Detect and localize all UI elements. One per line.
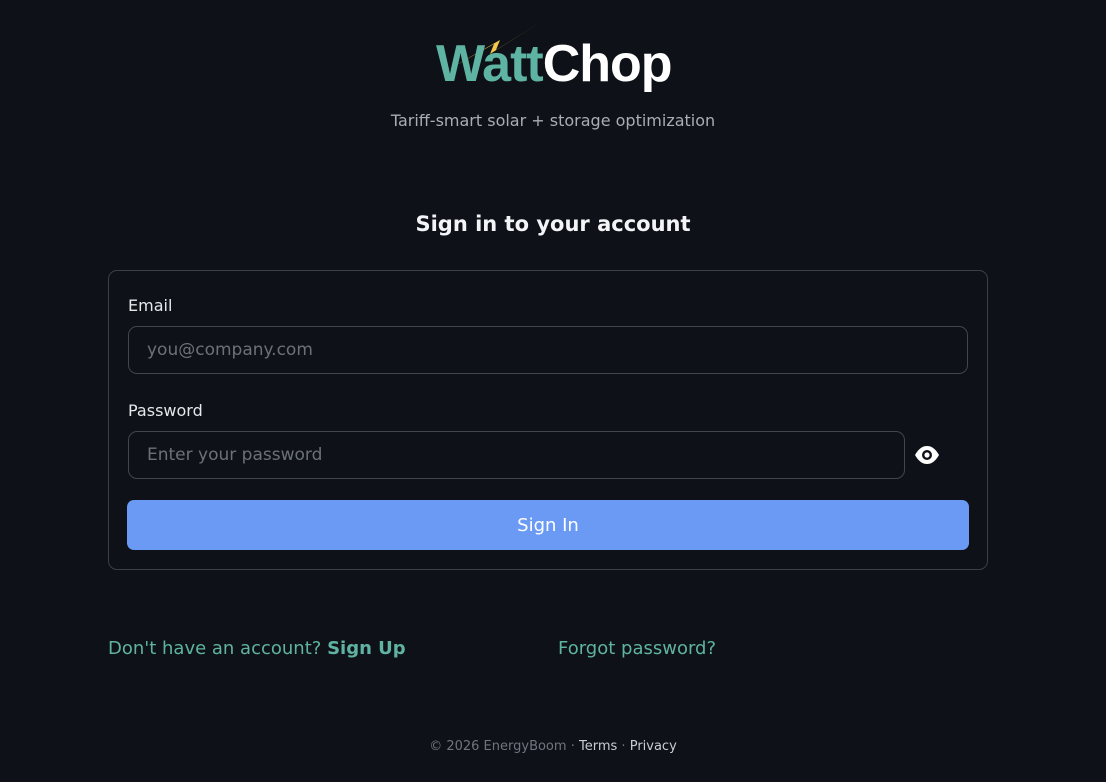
terms-link[interactable]: Terms	[579, 739, 617, 754]
sign-in-button[interactable]: Sign In	[127, 500, 969, 550]
eye-icon[interactable]	[914, 444, 940, 466]
forgot-password-link[interactable]: Forgot password?	[558, 638, 716, 659]
tagline: Tariff-smart solar + storage optimizatio…	[390, 111, 716, 130]
password-field[interactable]	[128, 431, 905, 479]
email-label: Email	[128, 296, 173, 315]
login-card: Email Password Sign In	[108, 270, 988, 570]
page-title: Sign in to your account	[415, 212, 691, 236]
signup-prompt-text: Don't have an account?	[108, 638, 322, 659]
email-field[interactable]	[128, 326, 968, 374]
logo-wordmark-part1: Watt	[436, 35, 544, 93]
copyright-text: © 2026 EnergyBoom	[429, 739, 567, 754]
footer: © 2026 EnergyBoom · Terms · Privacy	[0, 739, 1106, 754]
privacy-link[interactable]: Privacy	[630, 739, 677, 754]
wattchop-logo: WattChop	[436, 20, 673, 92]
password-label: Password	[128, 401, 203, 420]
logo-wordmark-part2: Chop	[542, 35, 673, 93]
login-page: WattChop Tariff-smart solar + storage op…	[0, 0, 1106, 782]
footer-separator: ·	[621, 739, 626, 754]
logo-wordmark: WattChop	[436, 35, 673, 93]
signup-prompt: Don't have an account? Sign Up	[108, 638, 406, 659]
footer-separator: ·	[570, 739, 575, 754]
sign-up-link[interactable]: Sign Up	[327, 638, 406, 659]
